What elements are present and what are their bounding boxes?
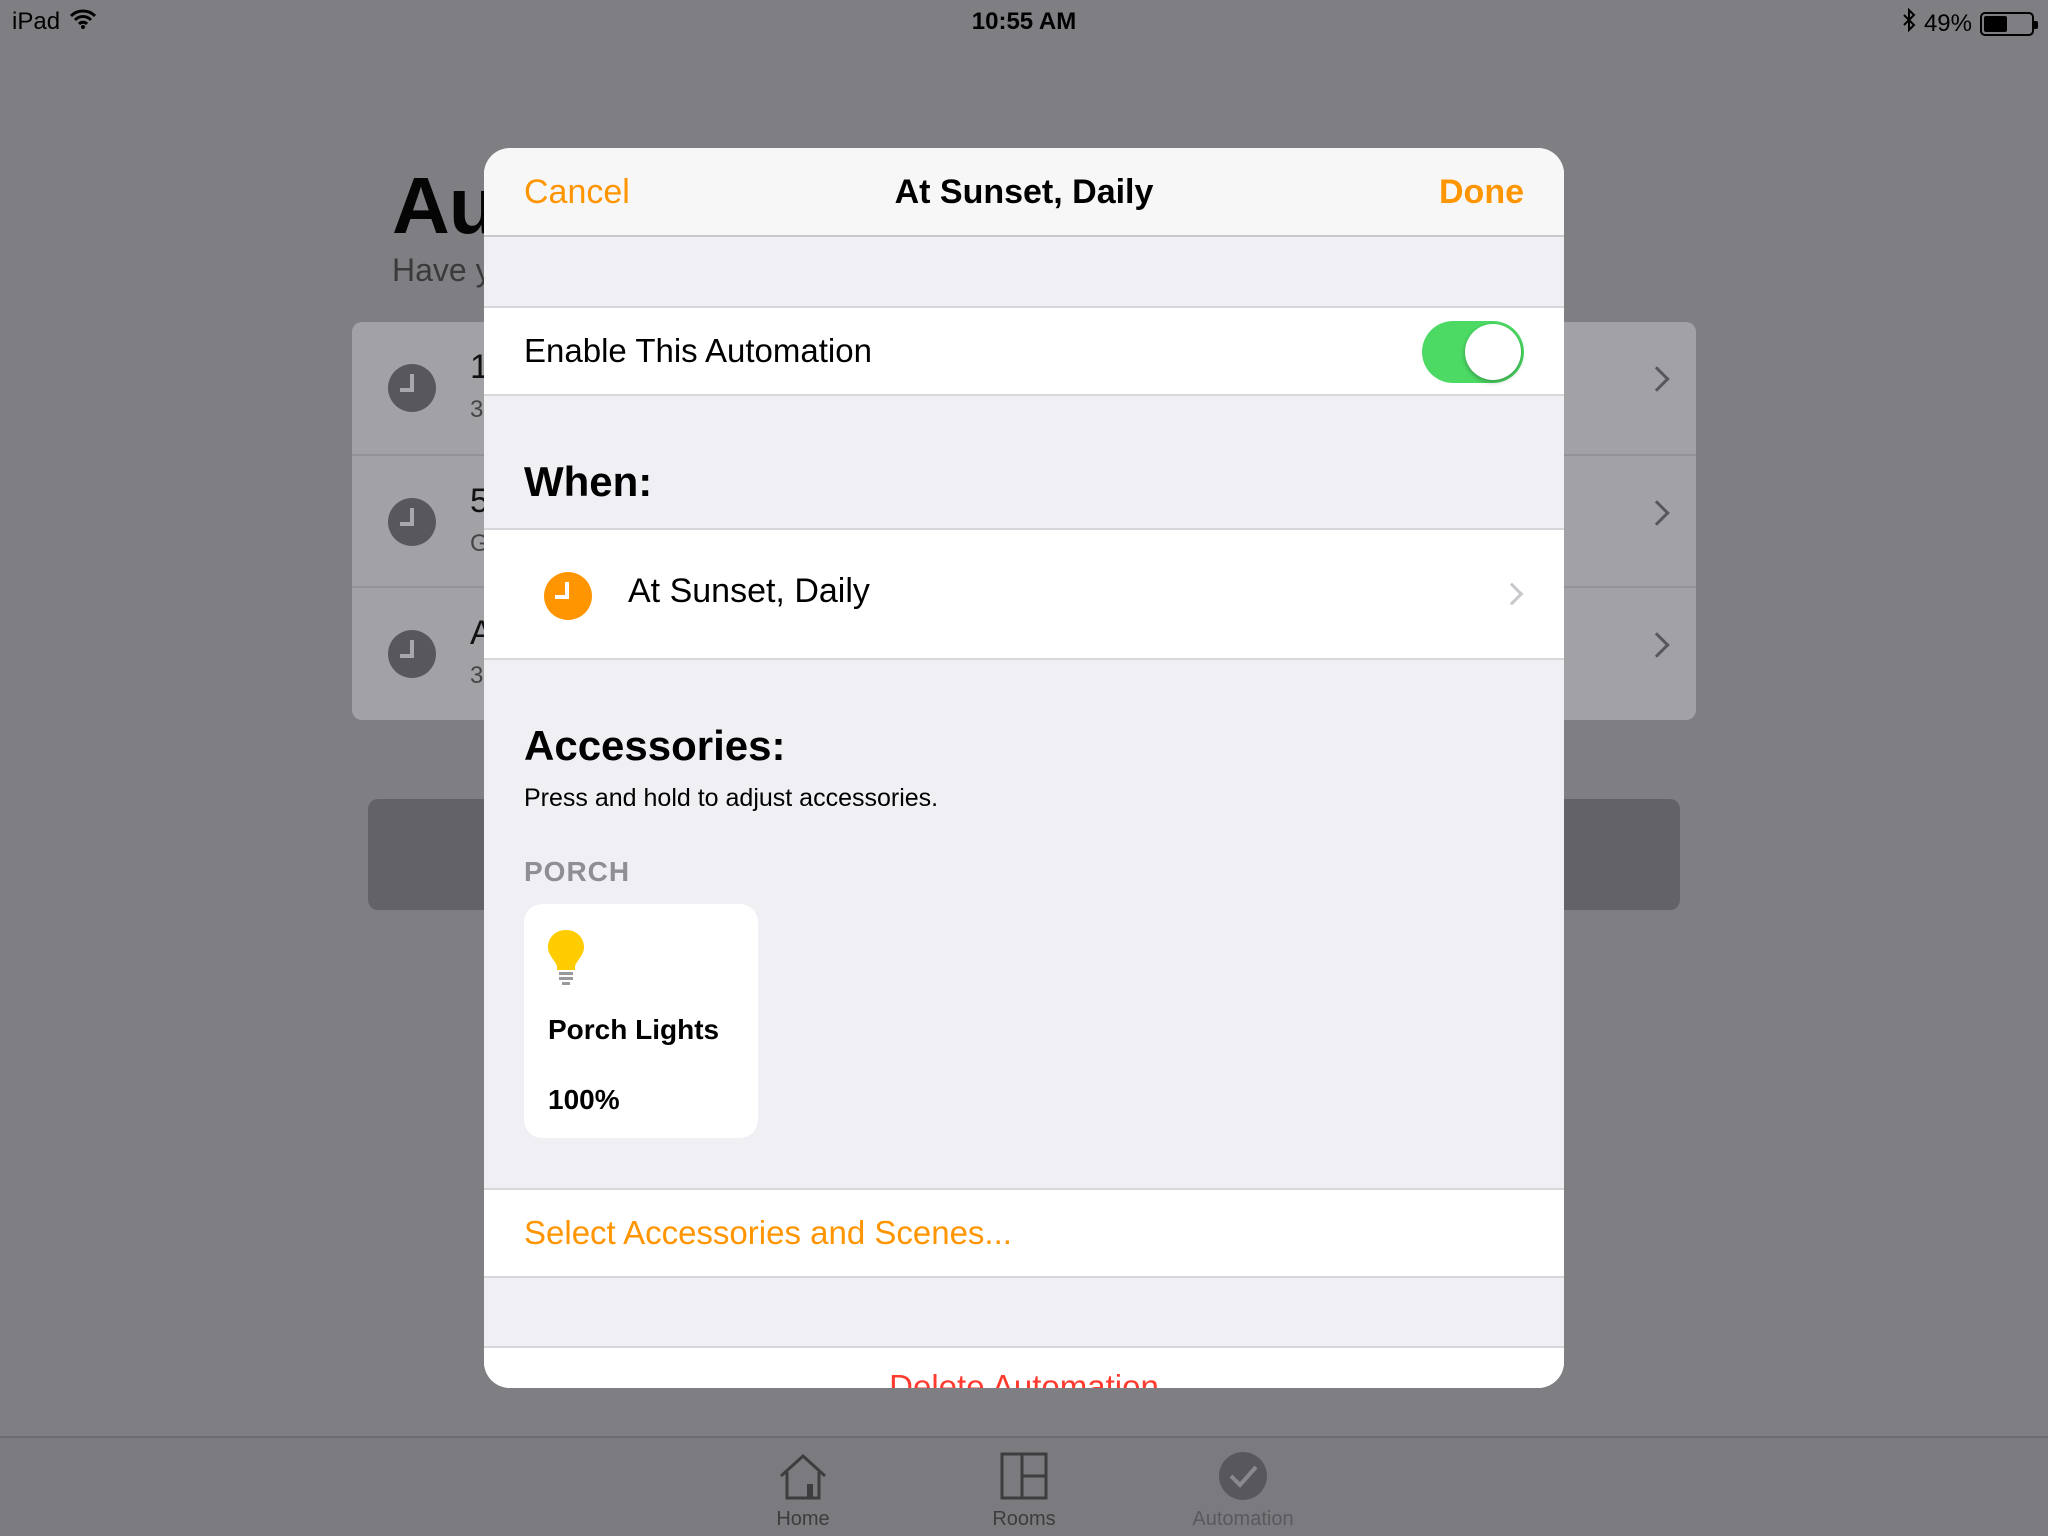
chevron-right-icon bbox=[1500, 582, 1524, 606]
battery-icon bbox=[1980, 11, 2038, 36]
cancel-button[interactable]: Cancel bbox=[524, 173, 630, 212]
done-button[interactable]: Done bbox=[1439, 173, 1524, 212]
room-label: PORCH bbox=[524, 856, 631, 887]
tab-automation[interactable]: Automation bbox=[1173, 1450, 1313, 1531]
background-item-subtitle: 3 bbox=[470, 396, 484, 423]
tab-label: Home bbox=[776, 1508, 830, 1530]
background-item-subtitle: 3 bbox=[470, 662, 484, 689]
select-accessories-button[interactable]: Select Accessories and Scenes... bbox=[524, 1214, 1012, 1252]
status-bar: iPad 10:55 AM 49% bbox=[0, 0, 2048, 42]
enable-automation-toggle[interactable] bbox=[1422, 321, 1524, 383]
status-right: 49% bbox=[1902, 7, 2038, 39]
accessory-status: 100% bbox=[548, 1084, 620, 1115]
chevron-right-icon bbox=[1644, 366, 1670, 392]
when-heading: When: bbox=[524, 458, 653, 505]
trigger-row[interactable]: At Sunset, Daily bbox=[484, 528, 1564, 660]
chevron-right-icon bbox=[1644, 500, 1670, 526]
lightbulb-icon bbox=[546, 928, 586, 988]
bluetooth-icon bbox=[1902, 7, 1916, 39]
enable-automation-row: Enable This Automation bbox=[484, 306, 1564, 396]
clock-icon bbox=[388, 498, 436, 546]
automation-detail-sheet: Cancel At Sunset, Daily Done Enable This… bbox=[484, 148, 1564, 1388]
delete-automation-button[interactable]: Delete Automation bbox=[484, 1368, 1564, 1388]
clock-icon bbox=[388, 364, 436, 412]
toggle-knob bbox=[1465, 324, 1521, 380]
select-accessories-row[interactable]: Select Accessories and Scenes... bbox=[484, 1188, 1564, 1278]
enable-automation-label: Enable This Automation bbox=[524, 332, 872, 369]
background-page-subtitle: Have y bbox=[392, 252, 492, 288]
battery-fill bbox=[1984, 15, 2007, 32]
tab-home[interactable]: Home bbox=[733, 1450, 873, 1531]
chevron-right-icon bbox=[1644, 632, 1670, 658]
clock-icon bbox=[544, 572, 592, 620]
tab-label: Rooms bbox=[992, 1508, 1056, 1530]
clock-icon bbox=[388, 630, 436, 678]
home-icon bbox=[777, 1450, 829, 1502]
automation-icon bbox=[1217, 1450, 1269, 1502]
tab-bar: Home Rooms Automation bbox=[0, 1436, 2048, 1536]
background-page-title: Au bbox=[392, 161, 498, 250]
tab-rooms[interactable]: Rooms bbox=[954, 1450, 1094, 1531]
accessory-tile-porch-lights[interactable]: Porch Lights 100% bbox=[524, 904, 758, 1138]
rooms-icon bbox=[998, 1450, 1050, 1502]
sheet-title: At Sunset, Daily bbox=[894, 173, 1154, 211]
trigger-label: At Sunset, Daily bbox=[628, 572, 870, 610]
accessory-name: Porch Lights bbox=[548, 1014, 720, 1045]
navigation-bar: Cancel At Sunset, Daily Done bbox=[484, 148, 1564, 237]
accessories-hint: Press and hold to adjust accessories. bbox=[524, 784, 939, 812]
clock-time: 10:55 AM bbox=[971, 8, 1077, 35]
delete-automation-row[interactable]: Delete Automation bbox=[484, 1346, 1564, 1388]
tab-label: Automation bbox=[1192, 1508, 1294, 1530]
battery-percent: 49% bbox=[1923, 9, 1972, 37]
accessories-heading: Accessories: bbox=[524, 722, 786, 769]
